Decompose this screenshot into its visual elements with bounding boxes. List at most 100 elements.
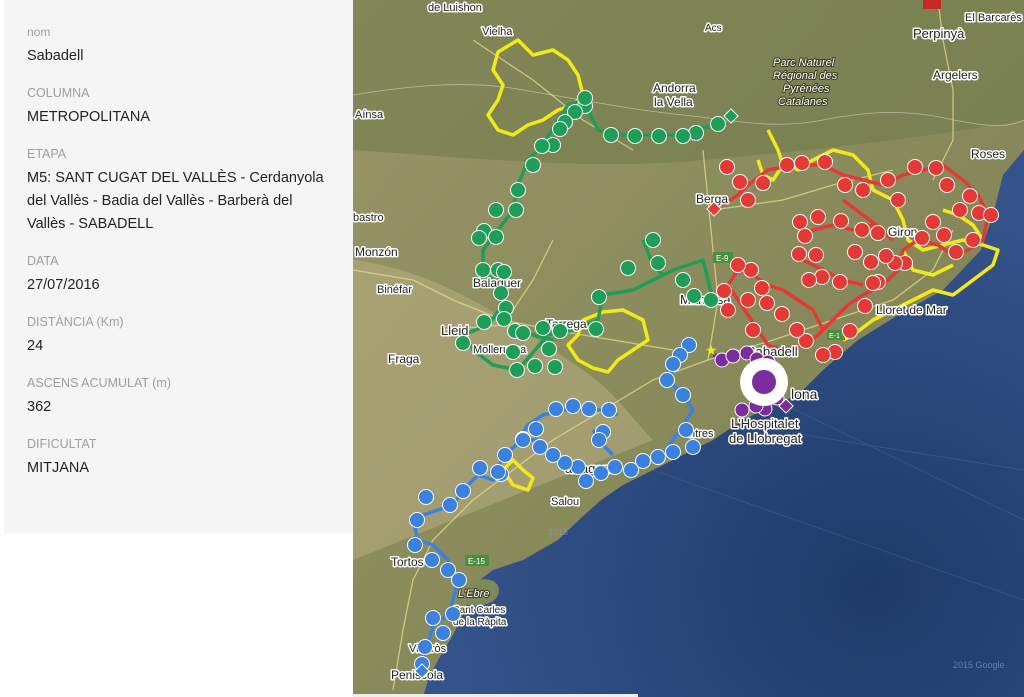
red-route-stop-marker[interactable] (952, 202, 968, 218)
green-route-stop-marker[interactable] (588, 321, 604, 337)
red-route-stop-marker[interactable] (754, 280, 770, 296)
red-route-stop-marker[interactable] (716, 283, 732, 299)
blue-route-stop-marker[interactable] (407, 537, 423, 553)
blue-route-stop-marker[interactable] (581, 401, 597, 417)
green-route-stop-marker[interactable] (535, 320, 551, 336)
blue-route-stop-marker[interactable] (607, 459, 623, 475)
blue-route-stop-marker[interactable] (545, 447, 561, 463)
red-route-stop-marker[interactable] (810, 209, 826, 225)
green-route-stop-marker[interactable] (496, 311, 512, 327)
red-route-stop-marker[interactable] (925, 214, 941, 230)
red-route-stop-marker[interactable] (842, 323, 858, 339)
green-route-stop-marker[interactable] (471, 230, 487, 246)
target-center[interactable] (752, 370, 776, 394)
blue-route-stop-marker[interactable] (591, 432, 607, 448)
green-route-stop-marker[interactable] (488, 229, 504, 245)
green-route-stop-marker[interactable] (509, 362, 525, 378)
blue-route-stop-marker[interactable] (678, 422, 694, 438)
blue-route-stop-marker[interactable] (455, 483, 471, 499)
green-route-stop-marker[interactable] (525, 157, 541, 173)
red-route-stop-marker[interactable] (745, 322, 761, 338)
green-route-stop-marker[interactable] (675, 128, 691, 144)
green-route-stop-marker[interactable] (534, 138, 550, 154)
green-route-stop-marker[interactable] (651, 128, 667, 144)
green-route-stop-marker[interactable] (496, 264, 512, 280)
blue-route-stop-marker[interactable] (497, 447, 513, 463)
red-route-stop-marker[interactable] (740, 292, 756, 308)
blue-route-stop-marker[interactable] (593, 465, 609, 481)
green-route-stop-marker[interactable] (515, 325, 531, 341)
red-route-stop-marker[interactable] (801, 272, 817, 288)
green-route-stop-marker[interactable] (645, 232, 661, 248)
green-route-stop-marker[interactable] (710, 116, 726, 132)
green-route-stop-marker[interactable] (603, 127, 619, 143)
red-route-stop-marker[interactable] (948, 244, 964, 260)
green-route-stop-marker[interactable] (505, 344, 521, 360)
red-route-stop-marker[interactable] (730, 257, 746, 273)
red-route-stop-marker[interactable] (847, 244, 863, 260)
route-map[interactable]: de Luishon Vielha Acs Perpinyà El Barcar… (353, 0, 1024, 697)
green-route-stop-marker[interactable] (547, 359, 563, 375)
blue-route-stop-marker[interactable] (665, 356, 681, 372)
red-route-stop-marker[interactable] (936, 227, 952, 243)
green-route-stop-marker[interactable] (527, 358, 543, 374)
purple-route-stop-marker[interactable] (734, 402, 750, 418)
green-route-stop-marker[interactable] (627, 128, 643, 144)
green-route-stop-marker[interactable] (577, 90, 593, 106)
purple-route-stop-marker[interactable] (725, 348, 741, 364)
green-route-stop-marker[interactable] (591, 289, 607, 305)
star-marker-icon[interactable]: ★ (705, 343, 718, 359)
red-route-stop-marker[interactable] (789, 322, 805, 338)
green-route-stop-marker[interactable] (476, 314, 492, 330)
red-route-stop-marker[interactable] (791, 246, 807, 262)
red-route-stop-marker[interactable] (890, 192, 906, 208)
green-route-stop-marker[interactable] (552, 323, 568, 339)
green-route-stop-marker[interactable] (675, 272, 691, 288)
green-route-stop-marker[interactable] (703, 292, 719, 308)
red-route-stop-marker[interactable] (854, 222, 870, 238)
red-route-stop-marker[interactable] (794, 155, 810, 171)
red-route-stop-marker[interactable] (720, 302, 736, 318)
blue-route-stop-marker[interactable] (442, 497, 458, 513)
red-route-stop-marker[interactable] (837, 177, 853, 193)
green-route-stop-marker[interactable] (508, 202, 524, 218)
red-route-stop-marker[interactable] (928, 160, 944, 176)
red-route-stop-marker[interactable] (855, 182, 871, 198)
blue-route-stop-marker[interactable] (451, 572, 467, 588)
blue-route-stop-marker[interactable] (675, 387, 691, 403)
red-route-stop-marker[interactable] (814, 269, 830, 285)
red-route-stop-marker[interactable] (774, 306, 790, 322)
green-route-stop-marker[interactable] (541, 341, 557, 357)
green-route-stop-marker[interactable] (475, 262, 491, 278)
red-route-stop-marker[interactable] (962, 188, 978, 204)
green-route-stop-marker[interactable] (510, 182, 526, 198)
green-route-stop-marker[interactable] (688, 125, 704, 141)
blue-route-stop-marker[interactable] (685, 439, 701, 455)
red-route-stop-marker[interactable] (817, 154, 833, 170)
green-route-stop-marker[interactable] (455, 335, 471, 351)
red-route-stop-marker[interactable] (732, 174, 748, 190)
blue-route-stop-marker[interactable] (548, 401, 564, 417)
red-route-stop-marker[interactable] (939, 177, 955, 193)
red-route-stop-marker[interactable] (865, 275, 881, 291)
blue-route-stop-marker[interactable] (650, 449, 666, 465)
blue-route-stop-marker[interactable] (445, 606, 461, 622)
red-route-stop-marker[interactable] (880, 172, 896, 188)
green-route-stop-marker[interactable] (488, 202, 504, 218)
blue-route-stop-marker[interactable] (409, 512, 425, 528)
red-route-stop-marker[interactable] (832, 274, 848, 290)
red-route-stop-marker[interactable] (759, 295, 775, 311)
blue-route-stop-marker[interactable] (418, 489, 434, 505)
purple-target-marker[interactable] (740, 358, 788, 406)
blue-route-stop-marker[interactable] (424, 552, 440, 568)
red-route-stop-marker[interactable] (863, 254, 879, 270)
red-route-stop-marker[interactable] (907, 159, 923, 175)
blue-route-stop-marker[interactable] (435, 625, 451, 641)
blue-route-stop-marker[interactable] (578, 473, 594, 489)
green-route-stop-marker[interactable] (686, 288, 702, 304)
blue-route-stop-marker[interactable] (659, 372, 675, 388)
red-route-stop-marker[interactable] (857, 298, 873, 314)
blue-route-stop-marker[interactable] (565, 398, 581, 414)
green-route-stop-marker[interactable] (552, 121, 568, 137)
red-route-stop-marker[interactable] (792, 214, 808, 230)
